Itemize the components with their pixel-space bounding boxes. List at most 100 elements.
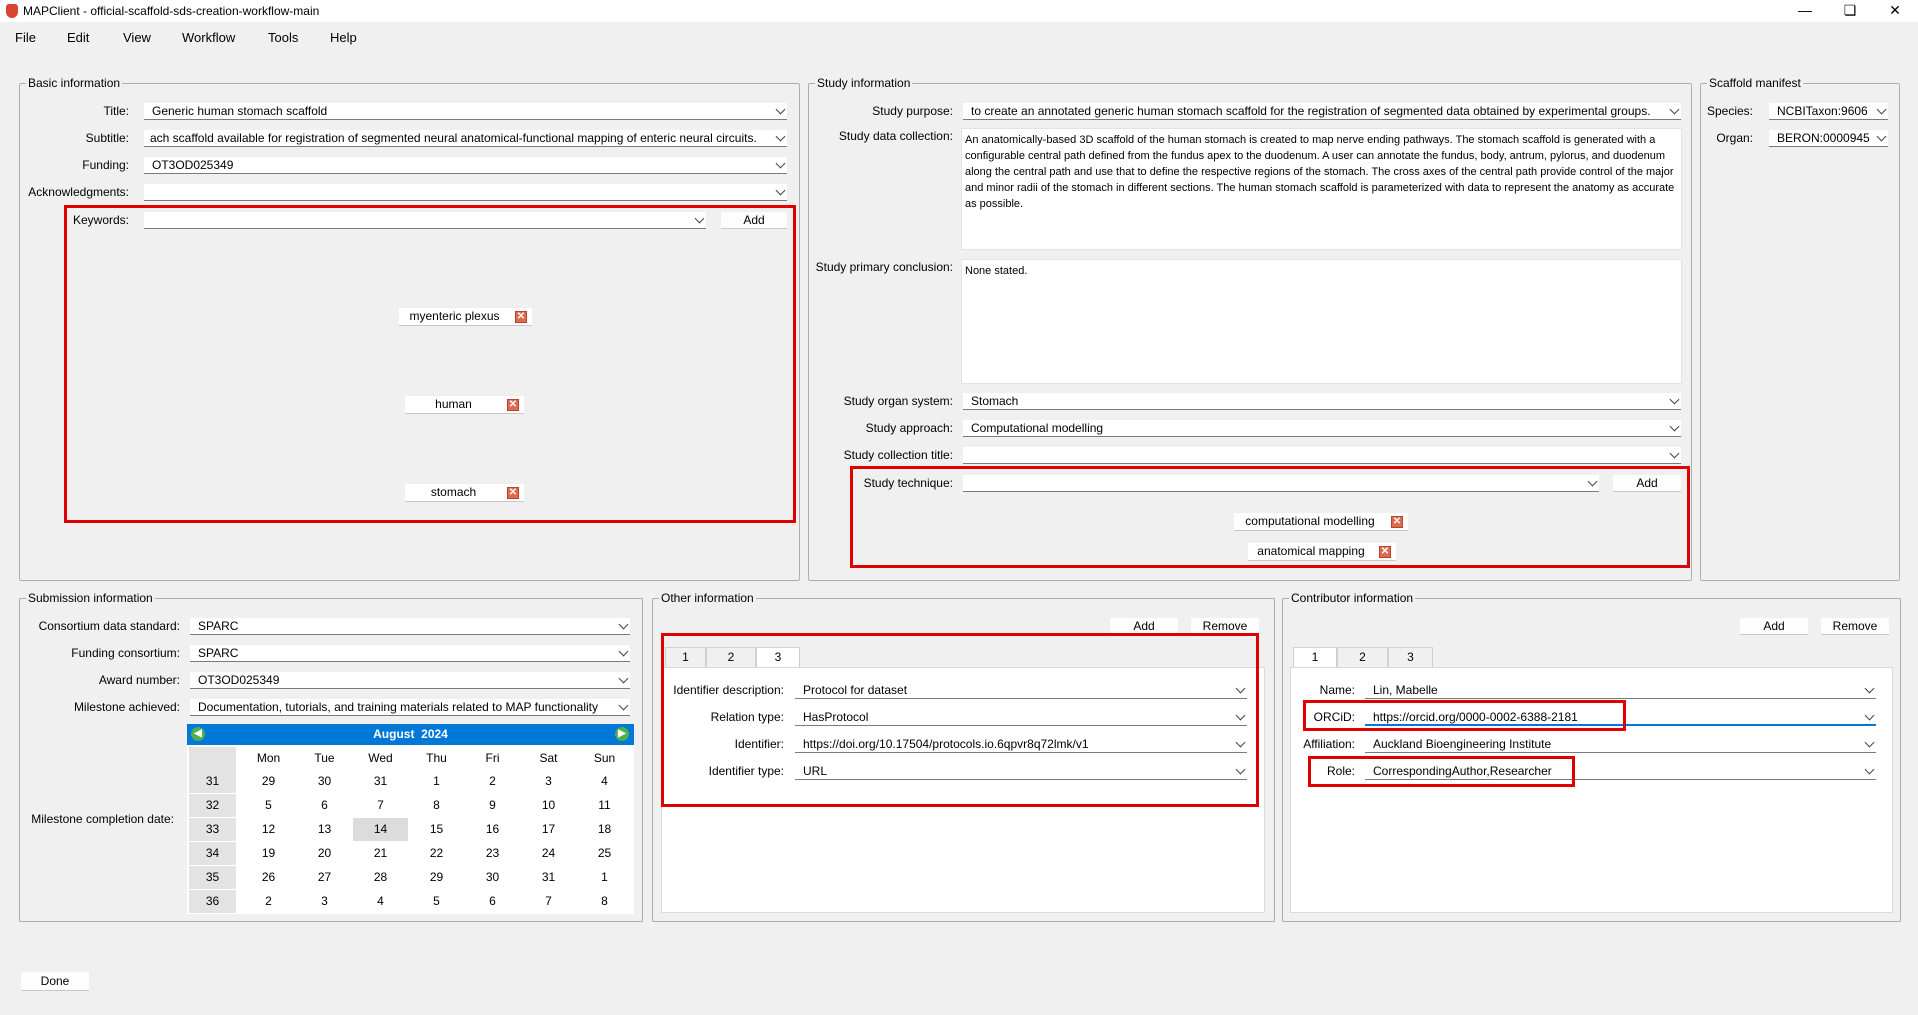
subtitle-combo[interactable]: ach scaffold available for registration … [144,130,787,147]
calendar-day[interactable]: 30 [465,866,520,889]
calendar-day-header: Fri [485,751,500,765]
calendar-day[interactable]: 1 [409,770,464,793]
milestone-achieved-combo[interactable]: Documentation, tutorials, and training m… [190,699,630,716]
calendar-day[interactable]: 23 [465,842,520,865]
study-collection-title-combo[interactable] [963,447,1681,464]
study-purpose-combo[interactable]: to create an annotated generic human sto… [963,103,1681,120]
calendar-day[interactable]: 2 [241,890,296,913]
acknowledgments-label: Acknowledgments: [28,185,129,199]
chevron-down-icon [1864,683,1875,694]
funding-consortium-combo[interactable]: SPARC [190,645,630,662]
menu-workflow[interactable]: Workflow [182,30,235,45]
calendar-day[interactable]: 9 [465,794,520,817]
species-combo[interactable]: NCBITaxon:9606 [1769,103,1888,120]
calendar-day[interactable]: 31 [521,866,576,889]
contributor-tab-2[interactable]: 2 [1337,647,1388,667]
done-button[interactable]: Done [21,972,89,991]
acknowledgments-combo[interactable] [144,184,787,201]
calendar-day[interactable]: 10 [521,794,576,817]
calendar-day[interactable]: 20 [297,842,352,865]
calendar-day[interactable]: 1 [577,866,632,889]
calendar-day[interactable]: 22 [409,842,464,865]
funding-label: Funding: [82,158,129,172]
highlight-role [1308,756,1575,787]
calendar-day[interactable]: 3 [297,890,352,913]
contributor-tab-3[interactable]: 3 [1388,647,1433,667]
menu-file[interactable]: File [15,30,36,45]
calendar-week-number: 32 [189,794,236,817]
close-icon[interactable]: ✕ [1881,2,1909,20]
contributor-add-button[interactable]: Add [1740,618,1808,635]
calendar-day[interactable]: 6 [297,794,352,817]
calendar-day-header: Wed [368,751,393,765]
basic-information-title: Basic information [26,76,123,90]
funding-combo[interactable]: OT3OD025349 [144,157,787,174]
calendar-day[interactable]: 4 [353,890,408,913]
calendar-day[interactable]: 29 [409,866,464,889]
consortium-data-standard-label: Consortium data standard: [38,619,180,633]
calendar-day[interactable]: 8 [577,890,632,913]
calendar-day[interactable]: 5 [241,794,296,817]
title-label: Title: [103,104,129,118]
calendar-day[interactable]: 29 [241,770,296,793]
calendar-day[interactable]: 15 [409,818,464,841]
calendar-day[interactable]: 16 [465,818,520,841]
title-bar: MAPClient - official-scaffold-sds-creati… [0,0,1918,22]
calendar-day[interactable]: 21 [353,842,408,865]
title-combo[interactable]: Generic human stomach scaffold [144,103,787,120]
calendar-day[interactable]: 3 [521,770,576,793]
study-approach-combo[interactable]: Computational modelling [963,420,1681,437]
calendar-month[interactable]: August [373,727,414,741]
milestone-achieved-label: Milestone achieved: [73,700,180,714]
study-collection-title-label: Study collection title: [843,448,953,462]
calendar-day[interactable]: 31 [353,770,408,793]
contributor-tab-1[interactable]: 1 [1293,647,1337,668]
award-number-combo[interactable]: OT3OD025349 [190,672,630,689]
chevron-down-icon [775,131,786,142]
calendar-day[interactable]: 28 [353,866,408,889]
calendar-day[interactable]: 30 [297,770,352,793]
chevron-down-icon [1864,764,1875,775]
contributor-name-combo[interactable]: Lin, Mabelle [1365,682,1876,699]
calendar-day[interactable]: 27 [297,866,352,889]
calendar-day[interactable]: 25 [577,842,632,865]
calendar-day[interactable]: 11 [577,794,632,817]
chevron-down-icon [1669,394,1680,405]
study-organ-system-combo[interactable]: Stomach [963,393,1681,410]
calendar-day[interactable]: 2 [465,770,520,793]
calendar-week-number: 34 [189,842,236,865]
contributor-remove-button[interactable]: Remove [1821,618,1889,635]
minimize-icon[interactable]: — [1791,2,1819,20]
calendar-day[interactable]: 24 [521,842,576,865]
calendar-day[interactable]: 13 [297,818,352,841]
scaffold-manifest-title: Scaffold manifest [1707,76,1803,90]
affiliation-combo[interactable]: Auckland Bioengineering Institute [1365,736,1876,753]
calendar-day[interactable]: 14 [353,818,408,841]
next-month-icon[interactable]: ▶ [615,727,629,741]
menu-help[interactable]: Help [330,30,357,45]
calendar-day[interactable]: 4 [577,770,632,793]
calendar-day[interactable]: 6 [465,890,520,913]
calendar-year[interactable]: 2024 [421,727,448,741]
menu-edit[interactable]: Edit [67,30,89,45]
study-primary-conclusion-text[interactable]: None stated. [961,259,1682,384]
calendar-day[interactable]: 8 [409,794,464,817]
restore-icon[interactable]: ❏ [1836,2,1864,20]
consortium-data-standard-combo[interactable]: SPARC [190,618,630,635]
study-data-collection-text[interactable]: An anatomically-based 3D scaffold of the… [961,128,1682,250]
calendar-day-header: Mon [256,751,281,765]
calendar-day[interactable]: 7 [521,890,576,913]
calendar-day[interactable]: 19 [241,842,296,865]
calendar-day[interactable]: 17 [521,818,576,841]
calendar-day[interactable]: 12 [241,818,296,841]
menu-view[interactable]: View [123,30,151,45]
menu-tools[interactable]: Tools [268,30,298,45]
chevron-down-icon [1876,131,1887,142]
highlight-keywords [64,205,796,523]
manifest-organ-combo[interactable]: BERON:0000945 [1769,130,1888,147]
calendar-day[interactable]: 26 [241,866,296,889]
calendar-day[interactable]: 7 [353,794,408,817]
calendar-day[interactable]: 18 [577,818,632,841]
window-title: MAPClient - official-scaffold-sds-creati… [23,4,320,18]
calendar-day[interactable]: 5 [409,890,464,913]
